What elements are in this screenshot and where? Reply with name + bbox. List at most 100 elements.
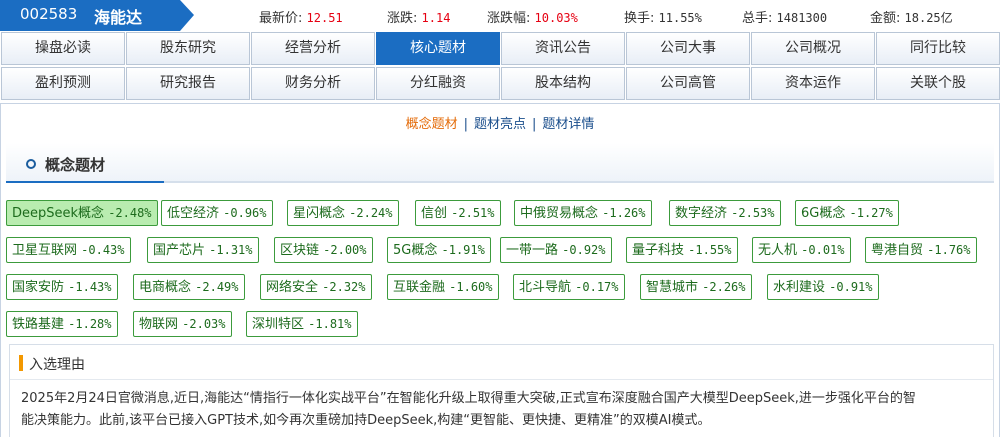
concept-tag[interactable]: 数字经济 -2.53%	[669, 200, 781, 226]
stock-title-tag: 002583 海能达	[0, 0, 194, 31]
concept-tag[interactable]: 网络安全 -2.32%	[260, 274, 372, 300]
concept-tag[interactable]: 中俄贸易概念 -1.26%	[514, 200, 652, 226]
tag-pct: -2.26%	[702, 280, 746, 294]
quote-value: 1481300	[776, 11, 828, 25]
main-nav: 操盘必读 股东研究 经营分析 核心题材 资讯公告 公司大事 公司概况 同行比较 …	[0, 32, 1000, 101]
section-title: 概念题材	[45, 156, 106, 174]
subtab-separator: |	[532, 117, 537, 132]
tag-pct: -0.91%	[829, 280, 873, 294]
tag-pct: -2.24%	[349, 206, 393, 220]
quote-turnover: 换手: 11.55%	[624, 7, 702, 26]
tag-name: 物联网	[139, 317, 179, 332]
tag-name: 无人机	[758, 243, 798, 258]
subtab-details[interactable]: 题材详情	[542, 117, 594, 132]
concept-tag[interactable]: 电商概念 -2.49%	[133, 274, 245, 300]
concept-tag[interactable]: 水利建设 -0.91%	[767, 274, 879, 300]
tag-name: 国家安防	[12, 280, 65, 295]
tag-pct: -0.01%	[801, 243, 845, 257]
concept-tag[interactable]: 物联网 -2.03%	[133, 311, 232, 337]
nav-item-fenhong[interactable]: 分红融资	[376, 67, 500, 100]
tag-pct: -2.49%	[195, 280, 239, 294]
tag-pct: -1.81%	[308, 317, 352, 331]
concept-tag[interactable]: 星闪概念 -2.24%	[287, 200, 399, 226]
nav-item-zixun[interactable]: 资讯公告	[501, 32, 625, 65]
quote-value: 10.03%	[534, 11, 578, 25]
tag-name: 一带一路	[506, 243, 559, 258]
concept-tag[interactable]: 深圳特区 -1.81%	[246, 311, 358, 337]
divider	[10, 379, 993, 380]
concept-tag[interactable]: 卫星互联网 -0.43%	[6, 237, 131, 263]
concept-tag[interactable]: 互联金融 -1.60%	[387, 274, 499, 300]
nav-item-yanjiu[interactable]: 研究报告	[126, 67, 250, 100]
tag-name: 数字经济	[675, 206, 728, 221]
tag-pct: -0.17%	[575, 280, 619, 294]
nav-item-tonghang[interactable]: 同行比较	[876, 32, 1000, 65]
concept-tag[interactable]: 信创 -2.51%	[415, 200, 501, 226]
nav-item-guben[interactable]: 股本结构	[501, 67, 625, 100]
concept-tag[interactable]: 5G概念 -1.91%	[387, 237, 491, 263]
quote-label: 涨跌:	[387, 11, 418, 26]
concept-tag[interactable]: 区块链 -2.00%	[274, 237, 373, 263]
tag-pct: -0.92%	[562, 243, 606, 257]
tag-name: DeepSeek概念	[12, 206, 105, 221]
nav-item-gaoguan[interactable]: 公司高管	[626, 67, 750, 100]
concept-tag[interactable]: 6G概念 -1.27%	[795, 200, 899, 226]
nav-item-dashi[interactable]: 公司大事	[626, 32, 750, 65]
concept-tag[interactable]: 一带一路 -0.92%	[500, 237, 612, 263]
nav-item-ziben[interactable]: 资本运作	[751, 67, 875, 100]
quote-latest-price: 最新价: 12.51	[259, 7, 343, 26]
section-header: 概念题材	[6, 143, 994, 183]
stock-name: 海能达	[94, 8, 143, 27]
tag-pct: -1.76%	[927, 243, 971, 257]
quote-value: 18.25亿	[904, 11, 953, 25]
tag-pct: -1.31%	[209, 243, 253, 257]
quote-amount: 金额: 18.25亿	[870, 7, 953, 26]
tag-pct: -2.32%	[322, 280, 366, 294]
tag-pct: -1.27%	[849, 206, 893, 220]
tag-pct: -1.91%	[441, 243, 485, 257]
tag-pct: -1.28%	[68, 317, 112, 331]
concept-tag[interactable]: 国产芯片 -1.31%	[147, 237, 259, 263]
tag-pct: -2.51%	[451, 206, 495, 220]
concept-tag[interactable]: 北斗导航 -0.17%	[513, 274, 625, 300]
nav-item-jingying[interactable]: 经营分析	[251, 32, 375, 65]
tag-name: 星闪概念	[293, 206, 346, 221]
nav-item-hexin-active[interactable]: 核心题材	[376, 32, 500, 65]
concept-tag[interactable]: 铁路基建 -1.28%	[6, 311, 118, 337]
sub-tabs: 概念题材 | 题材亮点 | 题材详情	[0, 113, 1000, 132]
concept-tag[interactable]: 量子科技 -1.55%	[626, 237, 738, 263]
nav-item-gudong[interactable]: 股东研究	[126, 32, 250, 65]
concept-tag[interactable]: 国家安防 -1.43%	[6, 274, 118, 300]
section-underline	[6, 181, 164, 183]
concept-tag[interactable]: 低空经济 -0.96%	[161, 200, 273, 226]
concept-tag[interactable]: 粤港自贸 -1.76%	[865, 237, 977, 263]
quote-change: 涨跌: 1.14	[387, 7, 450, 26]
tag-pct: -0.43%	[81, 243, 125, 257]
quote-label: 涨跌幅:	[487, 11, 531, 26]
reason-line: 2025年2月24日官微消息,近日,海能达“情指行一体化实战平台”在智能化升级上…	[21, 391, 916, 406]
selection-reason-panel: 入选理由 2025年2月24日官微消息,近日,海能达“情指行一体化实战平台”在智…	[9, 344, 994, 437]
tag-pct: -2.48%	[108, 206, 152, 220]
tag-pct: -1.60%	[449, 280, 493, 294]
nav-item-guanlian[interactable]: 关联个股	[876, 67, 1000, 100]
concept-tag[interactable]: 智慧城市 -2.26%	[640, 274, 752, 300]
quote-value: 1.14	[421, 11, 451, 25]
nav-item-caopan[interactable]: 操盘必读	[1, 32, 125, 65]
nav-item-gaikuang[interactable]: 公司概况	[751, 32, 875, 65]
tag-pct: -2.53%	[731, 206, 775, 220]
tag-pct: -2.00%	[323, 243, 367, 257]
nav-item-caiwu[interactable]: 财务分析	[251, 67, 375, 100]
tag-name: 国产芯片	[153, 243, 206, 258]
reason-title: 入选理由	[29, 357, 85, 373]
quote-volume: 总手: 1481300	[742, 7, 827, 26]
reason-text: 2025年2月24日官微消息,近日,海能达“情指行一体化实战平台”在智能化升级上…	[21, 388, 987, 432]
orange-marker-icon	[19, 355, 23, 371]
concept-tag[interactable]: 无人机 -0.01%	[752, 237, 851, 263]
subtab-concept[interactable]: 概念题材	[406, 117, 458, 132]
nav-item-yingli[interactable]: 盈利预测	[1, 67, 125, 100]
circle-bullet-icon	[26, 159, 36, 169]
tag-name: 低空经济	[167, 206, 220, 221]
tag-pct: -1.26%	[602, 206, 646, 220]
subtab-highlights[interactable]: 题材亮点	[474, 117, 526, 132]
concept-tag[interactable]: DeepSeek概念 -2.48%	[6, 200, 158, 226]
